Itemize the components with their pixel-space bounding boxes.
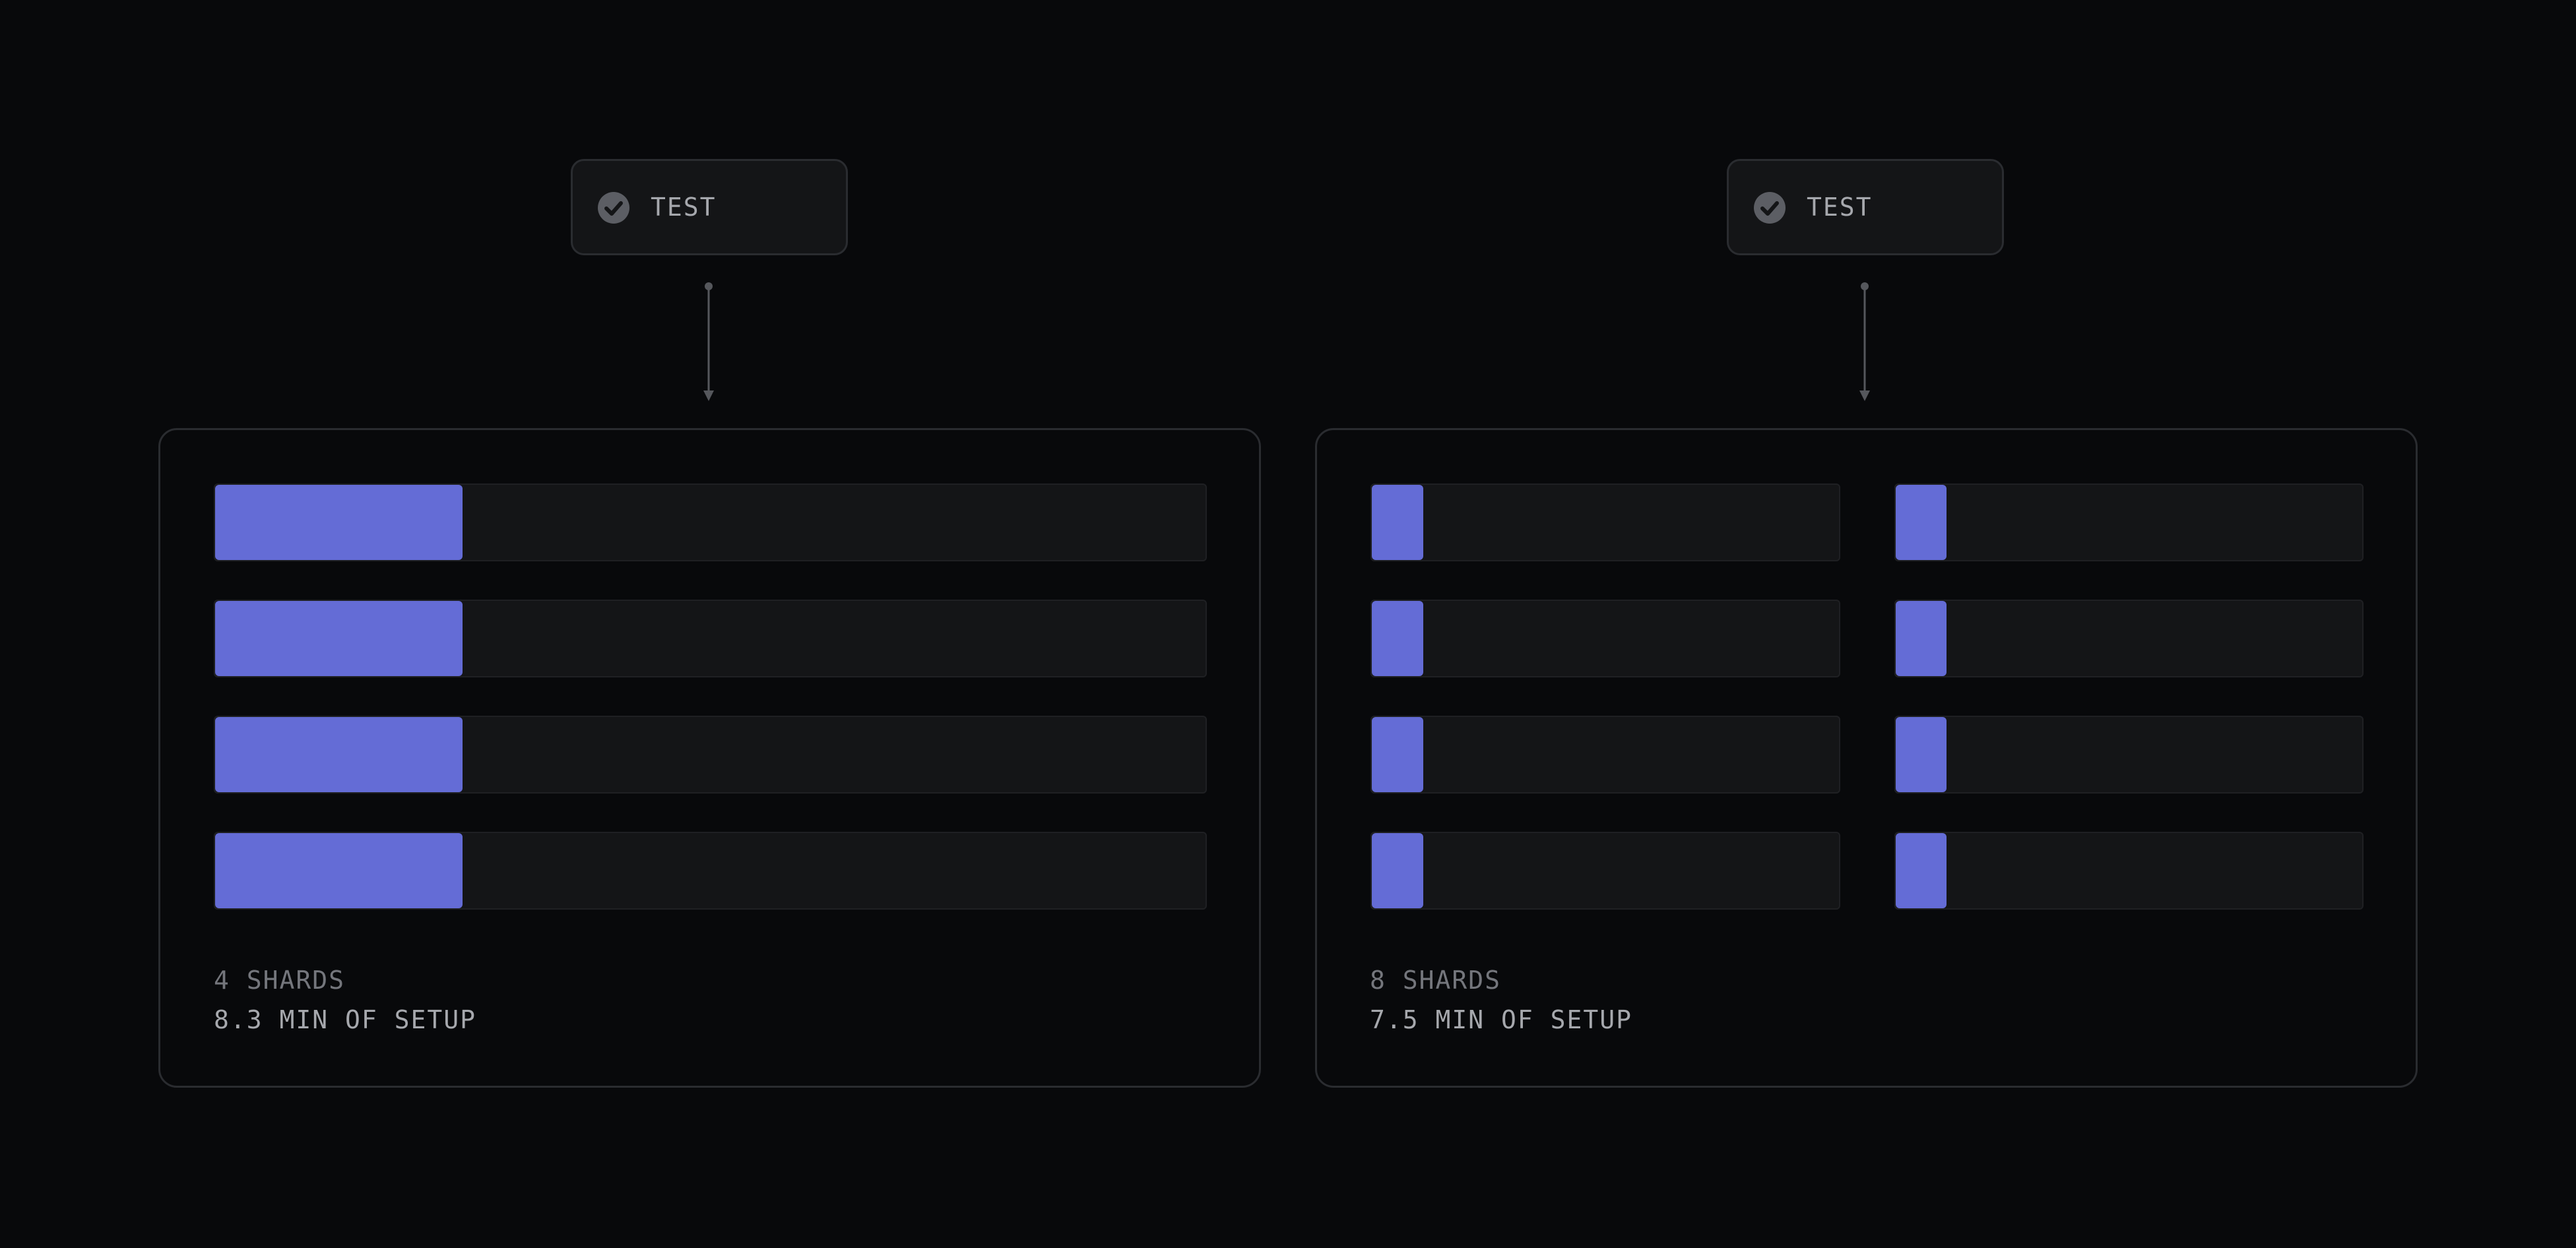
shard-progress-fill [215,717,463,792]
shard-track [214,716,1207,794]
shard-progress-fill [215,485,463,560]
shard-track [1894,832,2364,910]
setup-time-label: 8.3 MIN OF SETUP [214,1005,477,1034]
shard-progress-fill [1895,485,1947,560]
connector-arrow-left [703,282,714,401]
shard-progress-fill [1895,833,1947,908]
shard-track [1894,716,2364,794]
shard-progress-fill [1372,601,1423,676]
shard-progress-fill [215,833,463,908]
test-node-label: TEST [1807,193,1873,222]
shard-track [214,600,1207,677]
check-circle-icon [598,192,629,224]
connector-arrow-right [1859,282,1870,401]
shard-progress-fill [1895,717,1947,792]
shard-track [1370,600,1840,677]
shard-progress-fill [1372,833,1423,908]
shard-count-label: 8 SHARDS [1370,966,1502,995]
shard-track [214,484,1207,561]
shard-count-label: 4 SHARDS [214,966,346,995]
shard-progress-fill [215,601,463,676]
shard-progress-fill [1372,485,1423,560]
test-node-left[interactable]: TEST [571,159,848,255]
test-node-right[interactable]: TEST [1727,159,2004,255]
shard-track [1894,484,2364,561]
shard-track [1370,832,1840,910]
shard-progress-fill [1895,601,1947,676]
shard-progress-fill [1372,717,1423,792]
shard-track [1370,716,1840,794]
shard-track [1894,600,2364,677]
setup-time-label: 7.5 MIN OF SETUP [1370,1005,1633,1034]
shard-track [214,832,1207,910]
test-node-label: TEST [651,193,717,222]
check-circle-icon [1754,192,1786,224]
shard-track [1370,484,1840,561]
